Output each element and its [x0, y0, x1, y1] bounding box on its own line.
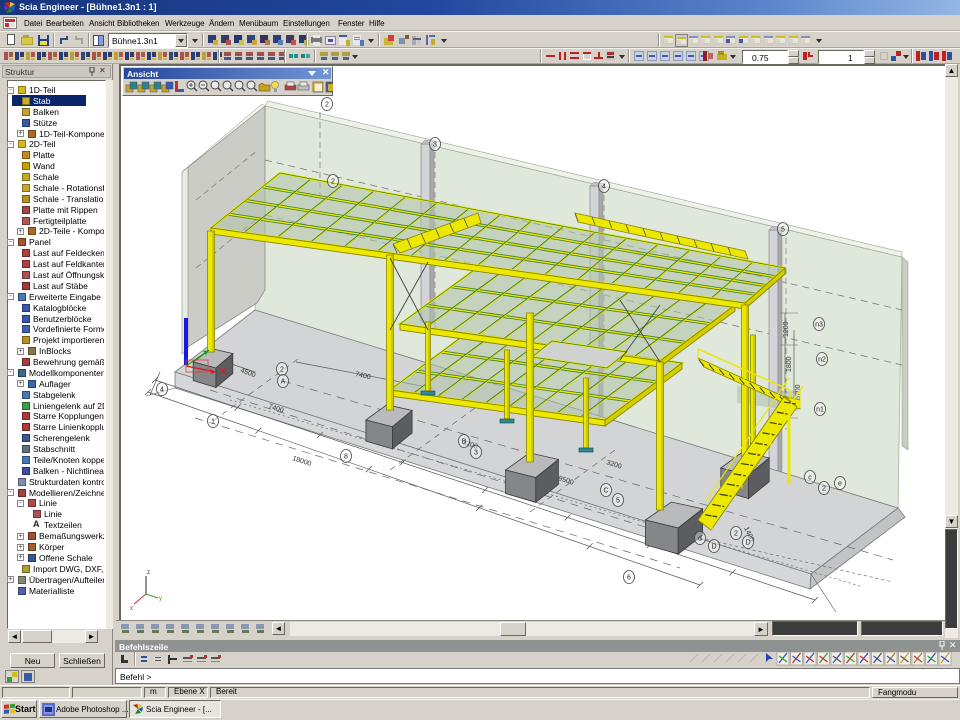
- svg-text:C: C: [603, 488, 608, 495]
- svg-text:2: 2: [280, 367, 284, 374]
- svg-text:e: e: [838, 481, 842, 488]
- svg-text:6: 6: [627, 575, 631, 582]
- svg-text:2: 2: [325, 102, 329, 109]
- svg-text:D: D: [745, 540, 750, 547]
- svg-text:B: B: [462, 439, 467, 446]
- svg-text:z: z: [147, 570, 150, 576]
- svg-text:4: 4: [602, 184, 606, 191]
- svg-text:A: A: [281, 379, 286, 386]
- svg-text:4: 4: [160, 387, 164, 394]
- svg-text:d: d: [698, 536, 702, 543]
- svg-text:2: 2: [822, 486, 826, 493]
- svg-text:n3: n3: [815, 322, 823, 329]
- svg-text:1200: 1200: [783, 321, 790, 337]
- svg-text:3: 3: [474, 450, 478, 457]
- svg-text:x: x: [130, 606, 133, 612]
- svg-text:18000: 18000: [291, 455, 312, 468]
- svg-text:5: 5: [781, 227, 785, 234]
- svg-text:n2: n2: [818, 357, 826, 364]
- svg-text:1800: 1800: [786, 356, 793, 372]
- svg-text:3: 3: [433, 142, 437, 149]
- svg-text:c: c: [808, 475, 812, 482]
- svg-text:D: D: [711, 544, 716, 551]
- svg-text:5: 5: [616, 498, 620, 505]
- svg-text:y: y: [159, 596, 162, 602]
- svg-text:n1: n1: [816, 407, 824, 414]
- svg-text:2: 2: [734, 531, 738, 538]
- svg-text:8: 8: [344, 454, 348, 461]
- svg-text:2: 2: [331, 179, 335, 186]
- svg-text:1: 1: [211, 419, 215, 426]
